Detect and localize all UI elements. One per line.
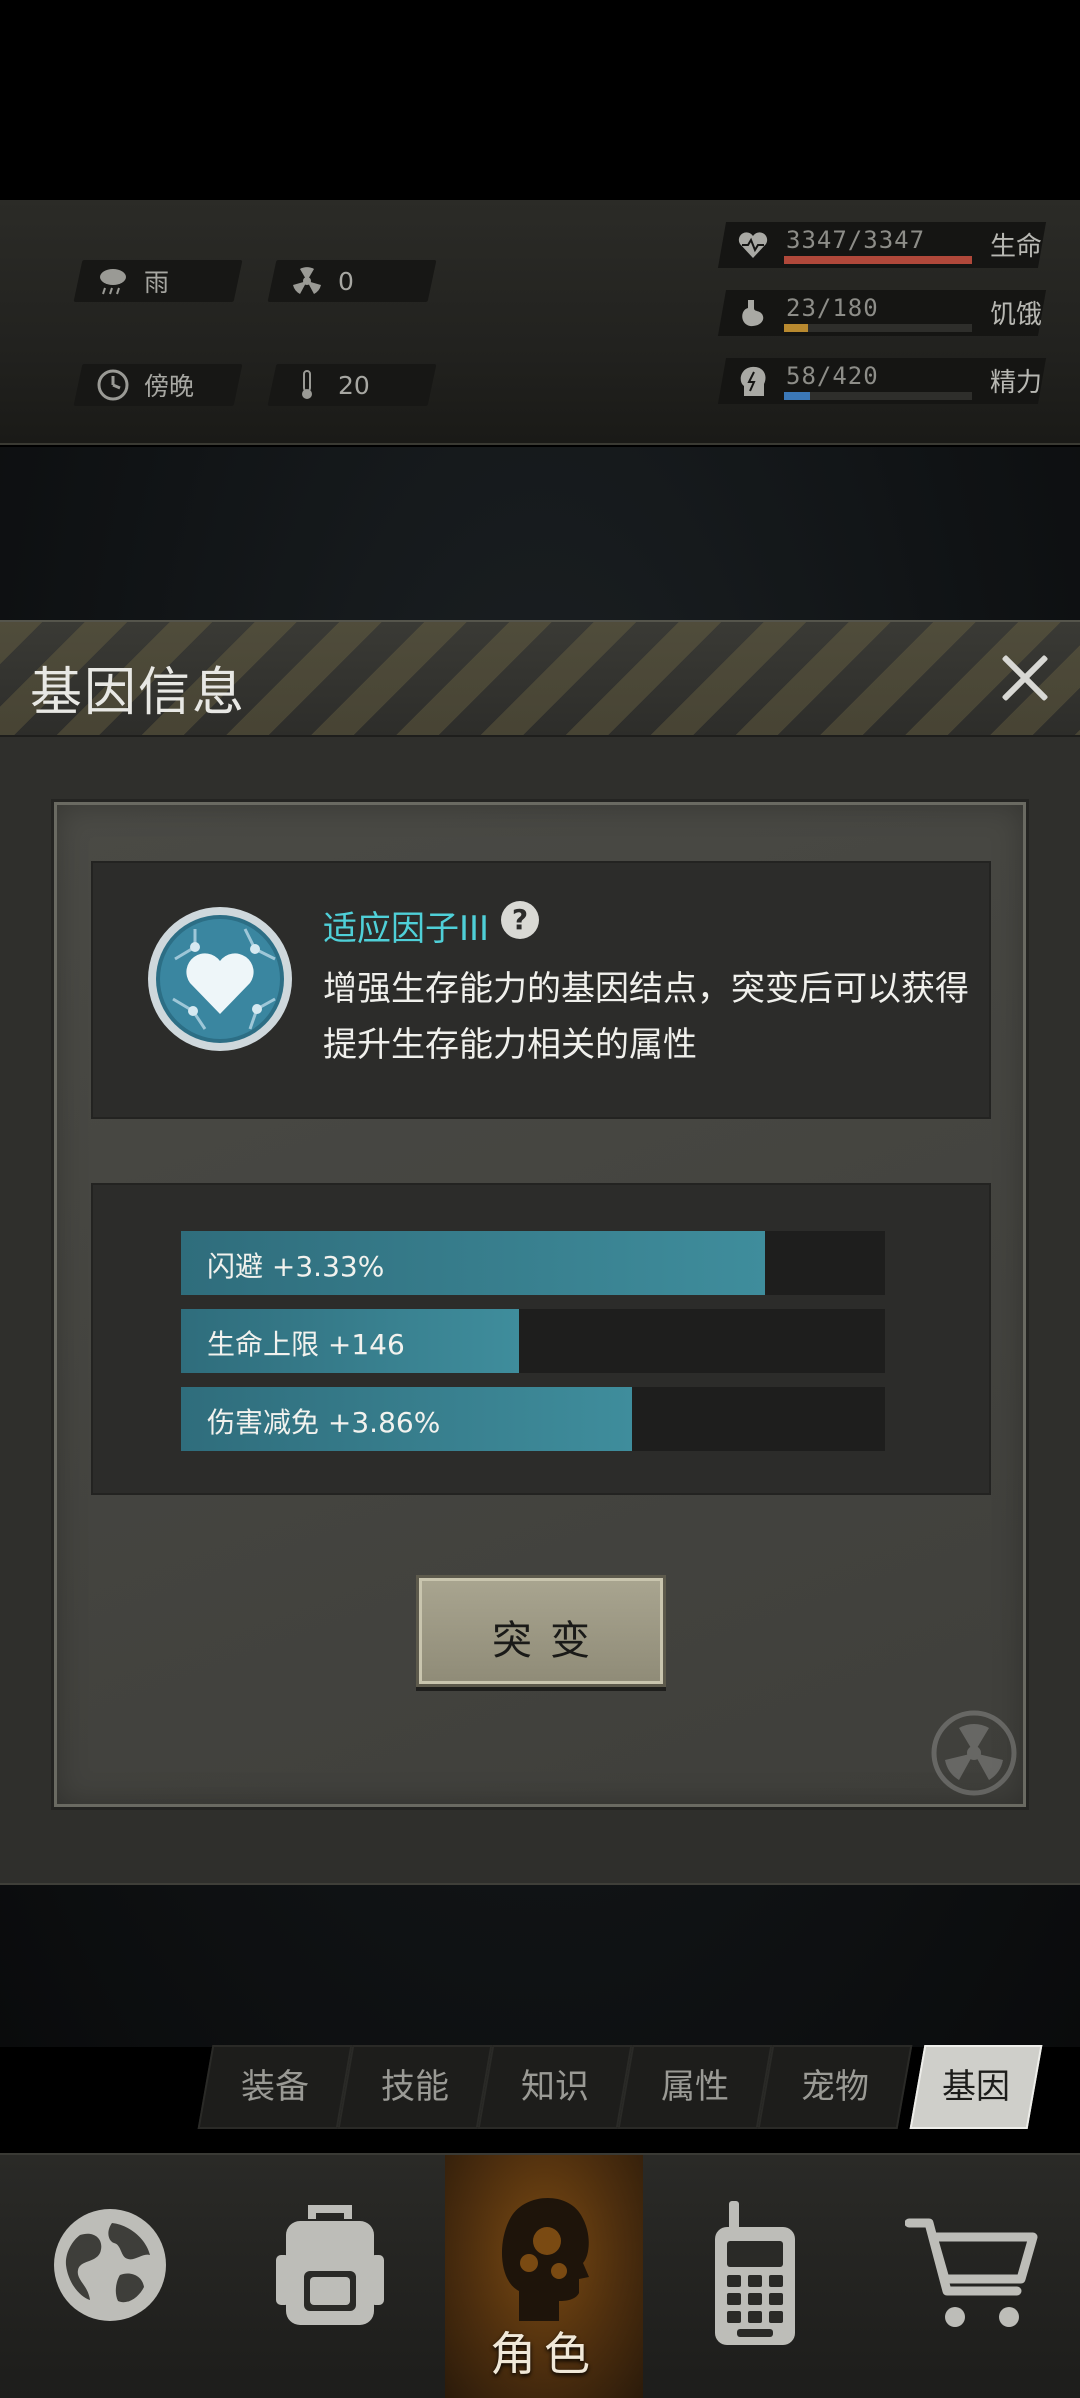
tab-genes[interactable]: 基因 [909, 2045, 1043, 2129]
brain-icon [736, 364, 770, 398]
tab-knowledge[interactable]: 知识 [477, 2045, 633, 2129]
hunger-stat: 23/180 饥饿 [717, 290, 1047, 336]
tab-attributes[interactable]: 属性 [617, 2045, 773, 2129]
dialog-header: 基因信息 [0, 622, 1080, 737]
tab-label: 装备 [241, 2067, 309, 2107]
attribute-row: 伤害减免 +3.86% [181, 1387, 885, 1451]
gene-heart-icon [145, 899, 295, 1075]
character-tabs: 装备 技能 知识 属性 宠物 基因 [195, 2045, 1055, 2133]
tab-label: 宠物 [801, 2067, 869, 2107]
rain-cloud-icon [96, 264, 130, 298]
mutate-button[interactable]: 突变 [416, 1575, 666, 1687]
tab-skills[interactable]: 技能 [337, 2045, 493, 2129]
attribute-list: 闪避 +3.33% 生命上限 +146 伤害减免 +3.86% [91, 1183, 991, 1495]
close-button[interactable] [998, 650, 1054, 706]
radiation-watermark-icon [929, 1708, 1019, 1798]
health-bar [784, 256, 972, 264]
gene-panel: 适应因子III ? 增强生存能力的基因结点，突变后可以获得提升生存能力相关的属性… [54, 802, 1026, 1807]
hunger-label: 饥饿 [989, 300, 1042, 330]
health-label: 生命 [989, 232, 1042, 262]
clock-icon [96, 368, 130, 402]
stomach-icon [736, 296, 770, 330]
energy-bar [784, 392, 972, 400]
radiation-value: 0 [338, 266, 354, 296]
energy-value: 58/420 [786, 362, 879, 390]
energy-label: 精力 [989, 368, 1042, 398]
bottom-nav: 角色 [0, 2153, 1080, 2398]
gene-info-box: 适应因子III ? 增强生存能力的基因结点，突变后可以获得提升生存能力相关的属性 [91, 861, 991, 1119]
tab-pets[interactable]: 宠物 [757, 2045, 913, 2129]
nav-backpack[interactable] [220, 2155, 440, 2398]
nav-radio[interactable] [645, 2155, 865, 2398]
gene-name: 适应因子III [323, 909, 490, 949]
heart-icon [736, 228, 770, 262]
walkie-talkie-icon [715, 2201, 795, 2345]
dialog-title: 基因信息 [30, 663, 247, 723]
hunger-value: 23/180 [786, 294, 879, 322]
attribute-label: 闪避 +3.33% [207, 1250, 385, 1283]
health-bar-fill [784, 256, 972, 264]
character-head-icon [501, 2197, 589, 2321]
attribute-row: 闪避 +3.33% [181, 1231, 885, 1295]
time-of-day-text: 傍晚 [144, 372, 195, 401]
attribute-label: 伤害减免 +3.86% [207, 1406, 441, 1439]
nav-shop[interactable] [865, 2155, 1080, 2398]
tab-label: 基因 [942, 2067, 1010, 2107]
temperature-value: 20 [338, 370, 370, 400]
weather-chip: 雨 [73, 260, 243, 302]
radiation-icon [290, 264, 324, 298]
mutate-button-label: 突变 [492, 1618, 608, 1664]
health-value: 3347/3347 [786, 226, 926, 254]
shopping-cart-icon [905, 2218, 1038, 2327]
nav-character[interactable]: 角色 [445, 2155, 643, 2398]
hunger-bar-fill [784, 324, 809, 332]
energy-stat: 58/420 精力 [717, 358, 1047, 404]
gene-info-dialog: 基因信息 适应因子III ? 增强生存能力的基因结点，突变后可以获得提升生存能力… [0, 620, 1080, 1885]
thermometer-icon [290, 368, 324, 402]
backpack-icon [276, 2205, 384, 2325]
energy-bar-fill [784, 392, 811, 400]
hunger-bar [784, 324, 972, 332]
attribute-label: 生命上限 +146 [207, 1328, 405, 1361]
gene-description: 增强生存能力的基因结点，突变后可以获得提升生存能力相关的属性 [323, 969, 969, 1065]
attribute-row: 生命上限 +146 [181, 1309, 885, 1373]
help-icon[interactable]: ? [501, 901, 539, 939]
tab-equipment[interactable]: 装备 [197, 2045, 353, 2129]
weather-text: 雨 [144, 268, 170, 297]
globe-icon [54, 2209, 166, 2321]
status-bar: 雨 0 傍晚 20 3347/3347 生命 23/180 饥饿 58/420 … [0, 200, 1080, 608]
temperature-chip: 20 [267, 364, 437, 406]
nav-world-map[interactable] [0, 2155, 220, 2398]
nav-character-label: 角色 [490, 2327, 598, 2381]
tab-label: 属性 [661, 2067, 729, 2107]
radiation-chip: 0 [267, 260, 437, 302]
tab-label: 技能 [381, 2067, 449, 2107]
health-stat: 3347/3347 生命 [717, 222, 1047, 268]
tab-label: 知识 [521, 2067, 589, 2107]
time-chip: 傍晚 [73, 364, 243, 406]
